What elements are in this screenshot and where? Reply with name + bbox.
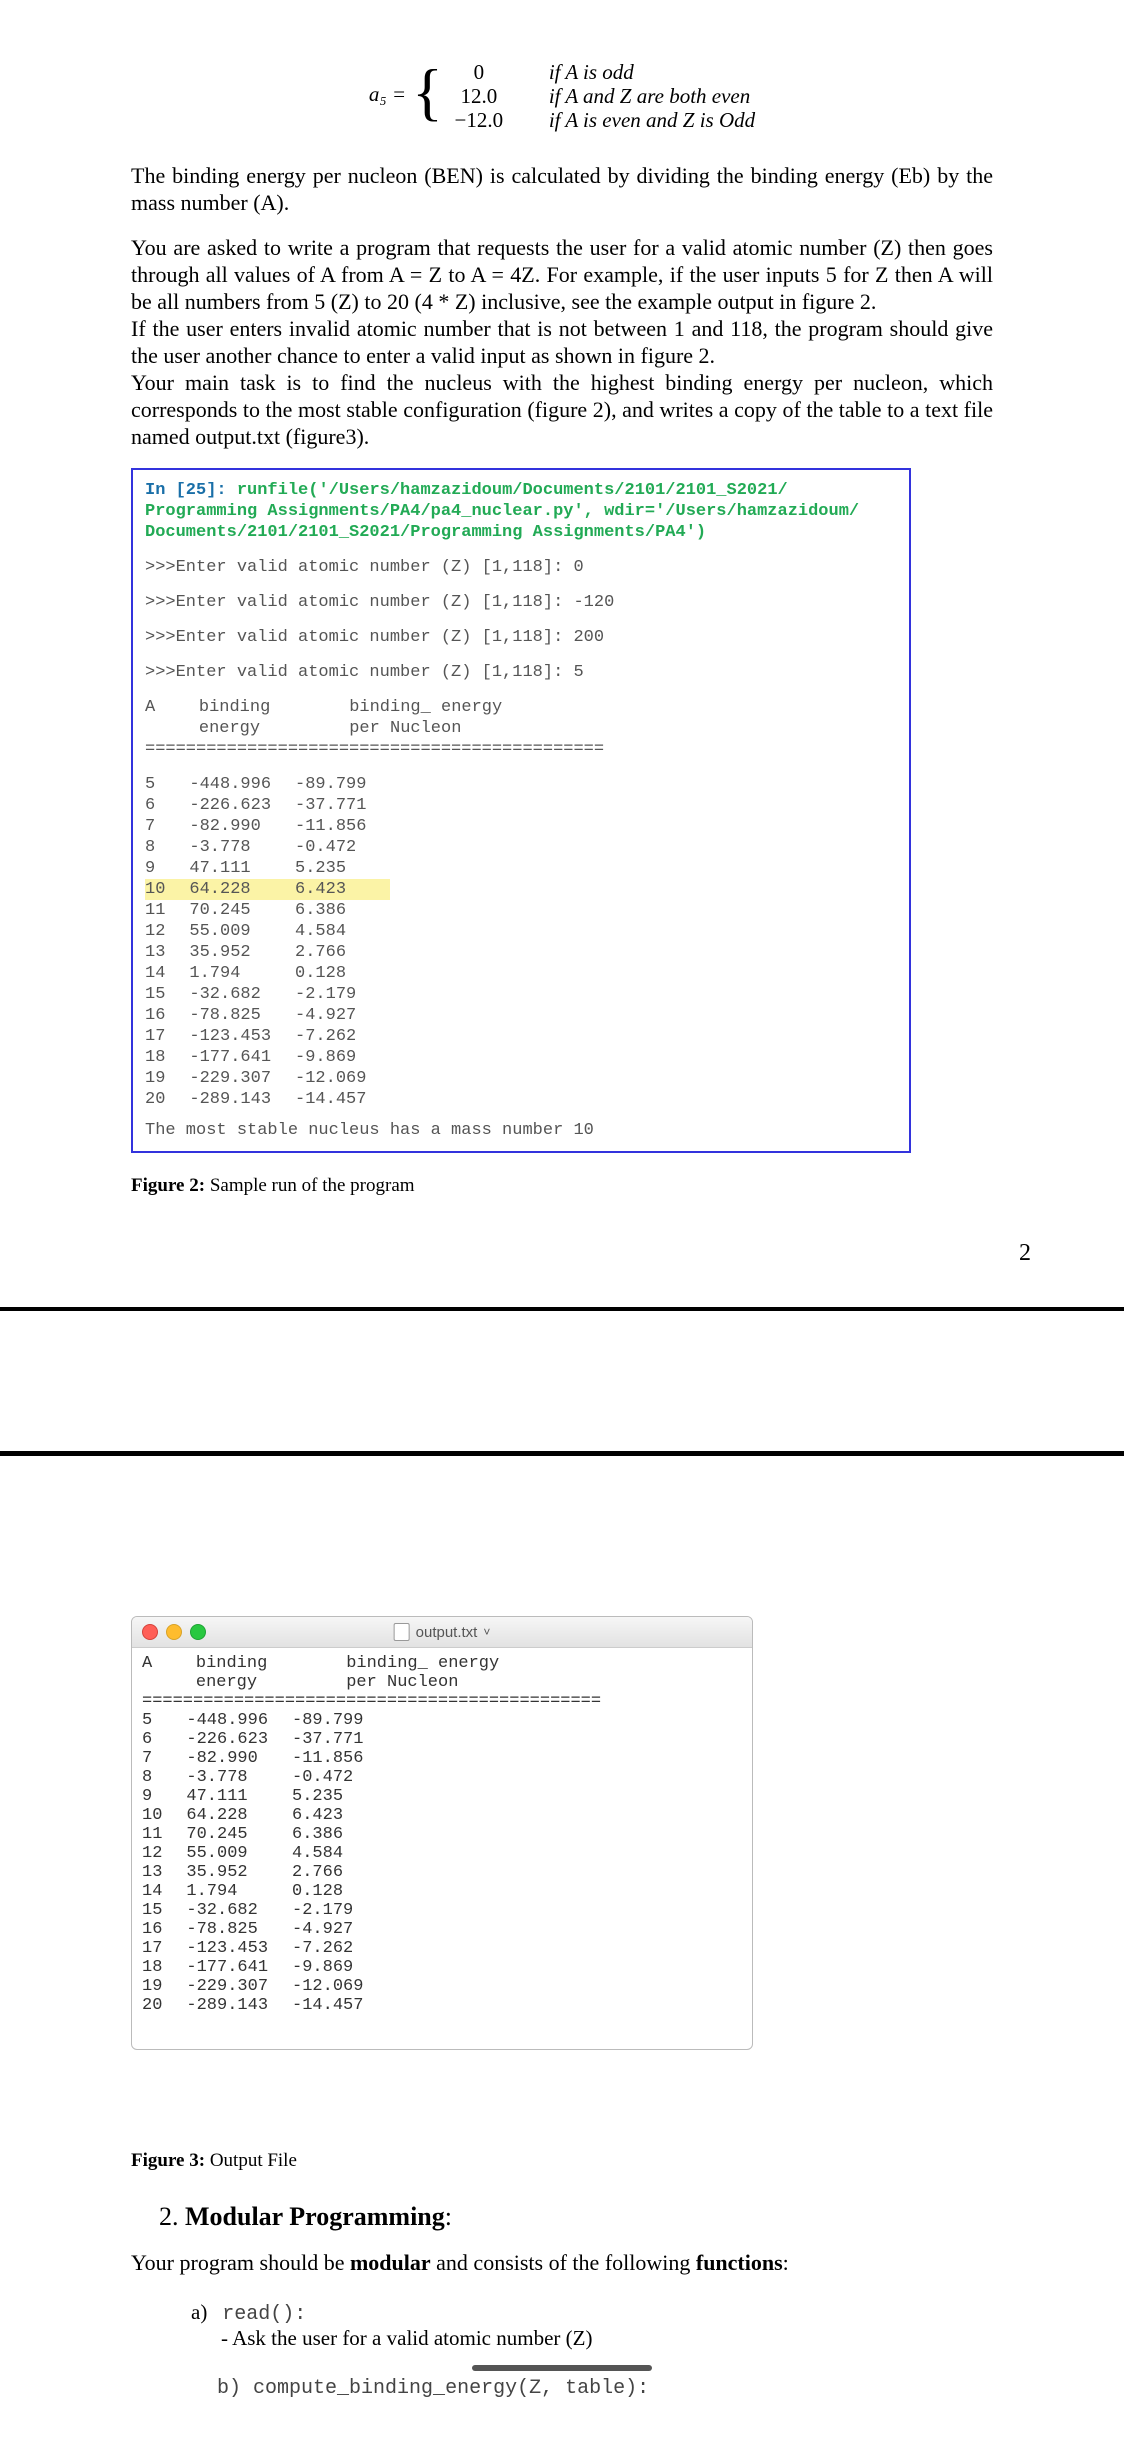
- th-a: A: [142, 1654, 196, 1692]
- table-row: 18-177.641-9.869: [145, 1047, 390, 1068]
- th-a: A: [145, 697, 199, 739]
- table-row: 7-82.990-11.856: [142, 1749, 387, 1768]
- close-icon[interactable]: [142, 1624, 158, 1640]
- func-a-desc: - Ask the user for a valid atomic number…: [221, 2326, 993, 2351]
- paragraph-ben: The binding energy per nucleon (BEN) is …: [131, 162, 993, 216]
- formula-val-2: −12.0: [449, 108, 509, 132]
- table-row: 1064.2286.423: [145, 879, 390, 900]
- figure3-caption: Figure 3: Output File: [131, 2150, 993, 2172]
- figure2-caption: Figure 2: Sample run of the program: [131, 1175, 993, 1197]
- console-cmd-line2: Programming Assignments/PA4/pa4_nuclear.…: [145, 501, 897, 522]
- table-row: 947.1115.235: [142, 1787, 387, 1806]
- table-row: 1064.2286.423: [142, 1806, 387, 1825]
- table-row: 16-78.825-4.927: [145, 1005, 390, 1026]
- table-head-row: A binding energy binding_ energy per Nuc…: [145, 697, 628, 739]
- table-row: 1335.9522.766: [145, 942, 390, 963]
- output-data-rows: 5-448.996-89.7996-226.623-37.7717-82.990…: [142, 1711, 387, 2015]
- formula-cond-1: if A and Z are both even: [549, 84, 755, 108]
- output-table: A binding energy binding_ energy per Nuc…: [142, 1654, 625, 1711]
- paragraph-task-b: If the user enters invalid atomic number…: [131, 315, 993, 369]
- table-row: 15-32.682-2.179: [145, 984, 390, 1005]
- output-file-window: output.txt ˅ A binding energy binding_ e…: [131, 1616, 753, 2050]
- table-row: 5-448.996-89.799: [145, 774, 390, 795]
- page-shadow-bar: [472, 2365, 652, 2371]
- console-cmd-line3: Documents/2101/2101_S2021/Programming As…: [145, 522, 897, 543]
- console-io-0: >>>Enter valid atomic number (Z) [1,118]…: [145, 557, 897, 578]
- func-a-item: a) read(): - Ask the user for a valid at…: [191, 2300, 993, 2351]
- table-row: 947.1115.235: [145, 858, 390, 879]
- table-row: 1170.2456.386: [142, 1825, 387, 1844]
- mac-titlebar: output.txt ˅: [132, 1617, 752, 1648]
- window-title: output.txt ˅: [394, 1623, 491, 1641]
- table-row: 7-82.990-11.856: [145, 816, 390, 837]
- console-table: A binding energy binding_ energy per Nuc…: [145, 697, 628, 760]
- table-divider: ========================================…: [145, 739, 628, 760]
- formula-lhs: a₅ =: [369, 60, 412, 132]
- table-row: 8-3.778-0.472: [145, 837, 390, 858]
- th-ben: binding_ energy per Nucleon: [346, 1654, 625, 1692]
- table-row: 18-177.641-9.869: [142, 1958, 387, 1977]
- table-row: 19-229.307-12.069: [145, 1068, 390, 1089]
- section-2-heading: 2. Modular Programming:: [159, 2202, 993, 2232]
- table-row: 20-289.143-14.457: [145, 1089, 390, 1110]
- table-row: 5-448.996-89.799: [142, 1711, 387, 1730]
- console-data-rows: 5-448.996-89.7996-226.623-37.7717-82.990…: [145, 774, 390, 1110]
- console-result: The most stable nucleus has a mass numbe…: [145, 1120, 897, 1141]
- chevron-down-icon[interactable]: ˅: [483, 1625, 490, 1639]
- console-io-2: >>>Enter valid atomic number (Z) [1,118]…: [145, 627, 897, 648]
- zoom-icon[interactable]: [190, 1624, 206, 1640]
- page-separator: [0, 1307, 1124, 1456]
- page-2: output.txt ˅ A binding energy binding_ e…: [41, 1456, 1083, 2440]
- table-row: 15-32.682-2.179: [142, 1901, 387, 1920]
- formula-val-1: 12.0: [449, 84, 509, 108]
- table-row: 19-229.307-12.069: [142, 1977, 387, 1996]
- console-cmd-line1: In [25]: runfile('/Users/hamzazidoum/Doc…: [145, 480, 897, 501]
- th-be: binding energy: [199, 697, 349, 739]
- func-b-cutoff: b) compute_binding_energy(Z, table):: [217, 2377, 993, 2400]
- table-divider: ========================================…: [142, 1692, 625, 1711]
- traffic-lights: [142, 1624, 206, 1640]
- table-row: 1255.0094.584: [145, 921, 390, 942]
- th-ben: binding_ energy per Nucleon: [349, 697, 628, 739]
- table-row: 8-3.778-0.472: [142, 1768, 387, 1787]
- minimize-icon[interactable]: [166, 1624, 182, 1640]
- func-read: read():: [222, 2303, 306, 2326]
- formula-cond-2: if A is even and Z is Odd: [549, 108, 755, 132]
- table-row: 16-78.825-4.927: [142, 1920, 387, 1939]
- document-icon: [394, 1623, 410, 1641]
- table-row: 17-123.453-7.262: [142, 1939, 387, 1958]
- formula-brace: {: [412, 60, 449, 132]
- table-row: 1170.2456.386: [145, 900, 390, 921]
- paragraph-task-a: You are asked to write a program that re…: [131, 234, 993, 315]
- table-row: 141.7940.128: [142, 1882, 387, 1901]
- section-2-intro: Your program should be modular and consi…: [131, 2250, 993, 2276]
- console-io-3: >>>Enter valid atomic number (Z) [1,118]…: [145, 662, 897, 683]
- formula-val-0: 0: [449, 60, 509, 84]
- page-number: 2: [1019, 1240, 1031, 1267]
- output-file-body: A binding energy binding_ energy per Nuc…: [132, 1648, 752, 2049]
- paragraph-task-c: Your main task is to find the nucleus wi…: [131, 369, 993, 450]
- table-row: 1255.0094.584: [142, 1844, 387, 1863]
- page-1: a₅ = { 0 12.0 −12.0 if A is odd if A and…: [41, 0, 1083, 1307]
- table-row: 6-226.623-37.771: [145, 795, 390, 816]
- table-head-row: A binding energy binding_ energy per Nuc…: [142, 1654, 625, 1692]
- table-row: 17-123.453-7.262: [145, 1026, 390, 1047]
- table-row: 6-226.623-37.771: [142, 1730, 387, 1749]
- th-be: binding energy: [196, 1654, 346, 1692]
- table-row: 1335.9522.766: [142, 1863, 387, 1882]
- function-list: a) read(): - Ask the user for a valid at…: [191, 2300, 993, 2351]
- console-output-figure2: In [25]: runfile('/Users/hamzazidoum/Doc…: [131, 468, 911, 1153]
- table-row: 141.7940.128: [145, 963, 390, 984]
- table-row: 20-289.143-14.457: [142, 1996, 387, 2015]
- console-io-1: >>>Enter valid atomic number (Z) [1,118]…: [145, 592, 897, 613]
- a5-formula: a₅ = { 0 12.0 −12.0 if A is odd if A and…: [131, 60, 993, 132]
- formula-cond-0: if A is odd: [549, 60, 755, 84]
